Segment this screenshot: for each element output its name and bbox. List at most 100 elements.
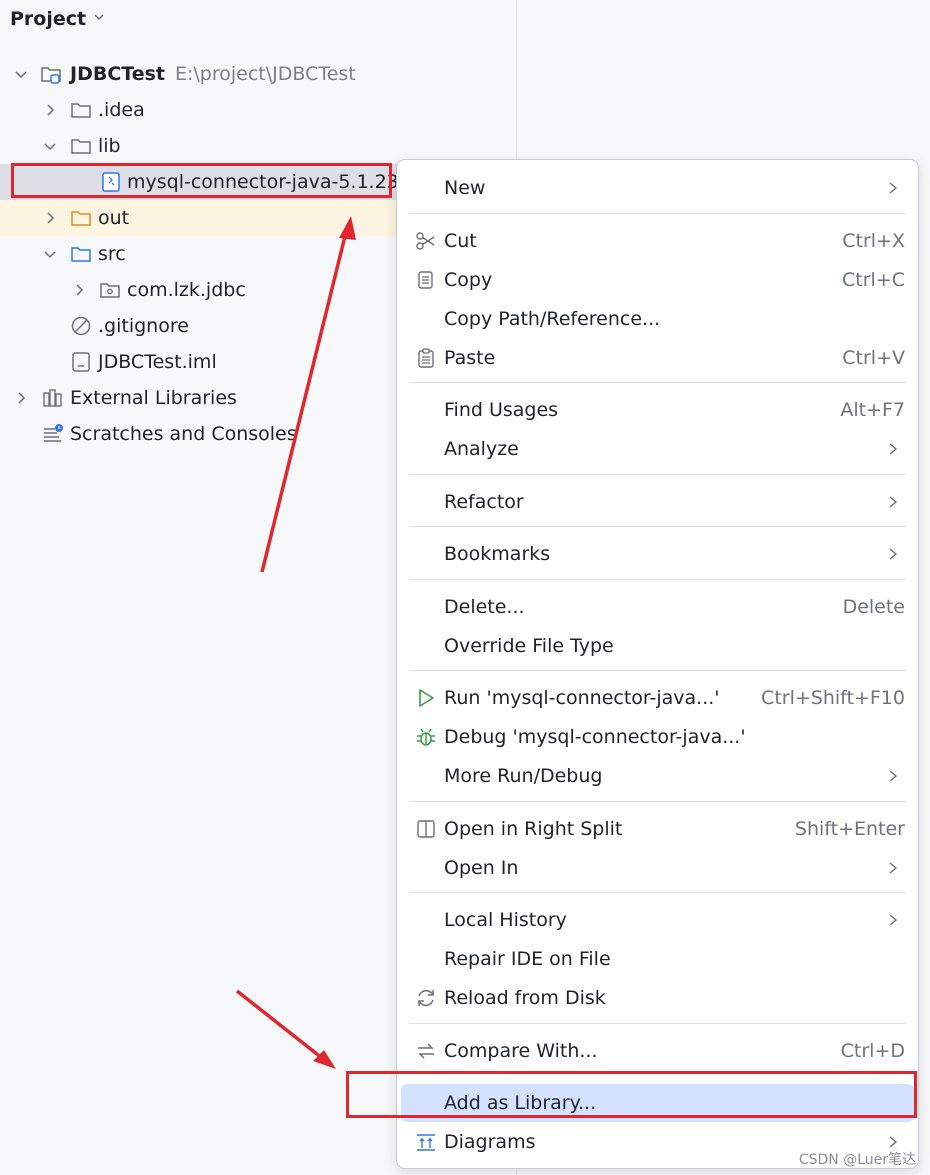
menu-separator — [409, 579, 906, 580]
iml-file-icon — [72, 352, 90, 372]
menu-item-shortcut: Ctrl+Shift+F10 — [761, 687, 905, 709]
gitignore-icon — [71, 316, 91, 336]
menu-separator — [409, 670, 906, 671]
tree-item-label: JDBCTest E:\project\JDBCTest — [70, 63, 356, 85]
submenu-arrow-icon — [889, 548, 898, 560]
menu-item-cut[interactable]: Cut Ctrl+X — [401, 222, 914, 260]
menu-item-label: Paste — [444, 347, 496, 369]
folder-icon — [71, 139, 91, 154]
menu-item-shortcut: Ctrl+C — [842, 269, 905, 291]
jar-file-icon — [102, 172, 120, 192]
menu-item-shortcut: Alt+F7 — [840, 399, 905, 421]
menu-item-label: Analyze — [444, 438, 519, 460]
chevron-down-icon[interactable] — [44, 140, 56, 152]
run-icon — [419, 689, 434, 707]
menu-item-copy[interactable]: Copy Ctrl+C — [401, 261, 914, 299]
chevron-right-icon[interactable] — [44, 212, 56, 224]
menu-item-label: Copy Path/Reference... — [444, 308, 661, 330]
menu-item-label: Bookmarks — [444, 543, 551, 565]
project-path: E:\project\JDBCTest — [174, 63, 356, 85]
submenu-arrow-icon — [889, 1136, 898, 1148]
menu-item-run[interactable]: Run 'mysql-connector-java...' Ctrl+Shift… — [401, 679, 914, 717]
debug-icon — [417, 728, 435, 746]
menu-item-label: Find Usages — [444, 399, 559, 421]
folder-icon — [71, 103, 91, 118]
menu-item-reload-from-disk[interactable]: Reload from Disk — [401, 979, 914, 1017]
tree-item-label: out — [98, 207, 130, 229]
folder-orange-icon — [71, 211, 91, 226]
chevron-down-icon[interactable] — [15, 68, 27, 80]
menu-separator — [409, 213, 906, 214]
submenu-arrow-icon — [889, 443, 898, 455]
chevron-right-icon[interactable] — [73, 284, 85, 296]
menu-item-label: Copy — [444, 269, 493, 291]
menu-item-label: More Run/Debug — [444, 765, 603, 787]
menu-item-open-in[interactable]: Open In — [401, 849, 914, 887]
menu-item-repair-ide[interactable]: Repair IDE on File — [401, 940, 914, 978]
menu-separator — [409, 474, 906, 475]
menu-item-local-history[interactable]: Local History — [401, 901, 914, 939]
tree-item-label: mysql-connector-java-5.1.23 — [127, 171, 399, 193]
menu-item-copy-path[interactable]: Copy Path/Reference... — [401, 300, 914, 338]
tree-item-idea[interactable]: .idea — [0, 92, 516, 128]
chevron-right-icon[interactable] — [44, 104, 56, 116]
menu-item-find-usages[interactable]: Find Usages Alt+F7 — [401, 391, 914, 429]
menu-separator — [409, 892, 906, 893]
project-panel-title: Project — [10, 8, 87, 30]
diagrams-icon — [417, 1134, 435, 1151]
menu-item-shortcut: Ctrl+V — [842, 347, 905, 369]
tree-item-label: .idea — [98, 99, 145, 121]
menu-item-shortcut: Shift+Enter — [794, 818, 905, 840]
menu-item-debug[interactable]: Debug 'mysql-connector-java...' — [401, 718, 914, 756]
menu-item-label: Local History — [444, 909, 567, 931]
submenu-arrow-icon — [889, 862, 898, 874]
menu-item-label: Debug 'mysql-connector-java...' — [444, 726, 746, 748]
tree-item-label: src — [98, 243, 126, 265]
menu-item-paste[interactable]: Paste Ctrl+V — [401, 339, 914, 377]
package-icon — [100, 283, 120, 298]
menu-item-shortcut: Delete — [842, 596, 905, 618]
menu-item-label: New — [444, 177, 486, 199]
menu-item-delete[interactable]: Delete... Delete — [401, 588, 914, 626]
source-folder-icon — [71, 247, 91, 262]
menu-item-shortcut: Ctrl+D — [840, 1040, 905, 1062]
menu-item-compare-with[interactable]: Compare With... Ctrl+D — [401, 1032, 914, 1070]
libraries-icon — [43, 389, 62, 407]
compare-icon — [418, 1043, 434, 1059]
chevron-right-icon[interactable] — [15, 392, 27, 404]
submenu-arrow-icon — [889, 182, 898, 194]
menu-item-override-file-type[interactable]: Override File Type — [401, 627, 914, 665]
menu-item-shortcut: Ctrl+X — [842, 230, 905, 252]
chevron-down-icon[interactable] — [44, 248, 56, 260]
tree-item-label: Scratches and Consoles — [70, 423, 297, 445]
menu-separator — [409, 382, 906, 383]
tree-item-project-root[interactable]: JDBCTest E:\project\JDBCTest — [0, 56, 516, 92]
submenu-arrow-icon — [889, 496, 898, 508]
copy-icon — [418, 271, 433, 289]
menu-item-label: Cut — [444, 230, 477, 252]
menu-item-label: Delete... — [444, 596, 525, 618]
project-panel-header[interactable]: Project — [10, 4, 104, 34]
project-folder-icon — [41, 67, 61, 84]
scratches-icon — [44, 424, 63, 442]
menu-item-new[interactable]: New — [401, 169, 914, 207]
menu-item-label: Open In — [444, 857, 519, 879]
tree-item-label: JDBCTest.iml — [98, 351, 217, 373]
menu-item-open-right-split[interactable]: Open in Right Split Shift+Enter — [401, 810, 914, 848]
menu-separator — [409, 526, 906, 527]
menu-item-label: Reload from Disk — [444, 987, 606, 1009]
chevron-down-icon[interactable] — [94, 12, 104, 22]
menu-separator — [409, 1023, 906, 1024]
menu-item-label: Refactor — [444, 491, 524, 513]
menu-item-add-as-library[interactable]: Add as Library... — [401, 1084, 914, 1122]
menu-item-label: Open in Right Split — [444, 818, 623, 840]
watermark: CSDN @Luer笔达 — [798, 1152, 916, 1168]
menu-item-refactor[interactable]: Refactor — [401, 483, 914, 521]
menu-item-more-run-debug[interactable]: More Run/Debug — [401, 757, 914, 795]
submenu-arrow-icon — [889, 914, 898, 926]
menu-item-bookmarks[interactable]: Bookmarks — [401, 535, 914, 573]
menu-item-analyze[interactable]: Analyze — [401, 430, 914, 468]
submenu-arrow-icon — [889, 770, 898, 782]
menu-item-label: Diagrams — [444, 1131, 536, 1153]
menu-item-label: Run 'mysql-connector-java...' — [444, 687, 720, 709]
